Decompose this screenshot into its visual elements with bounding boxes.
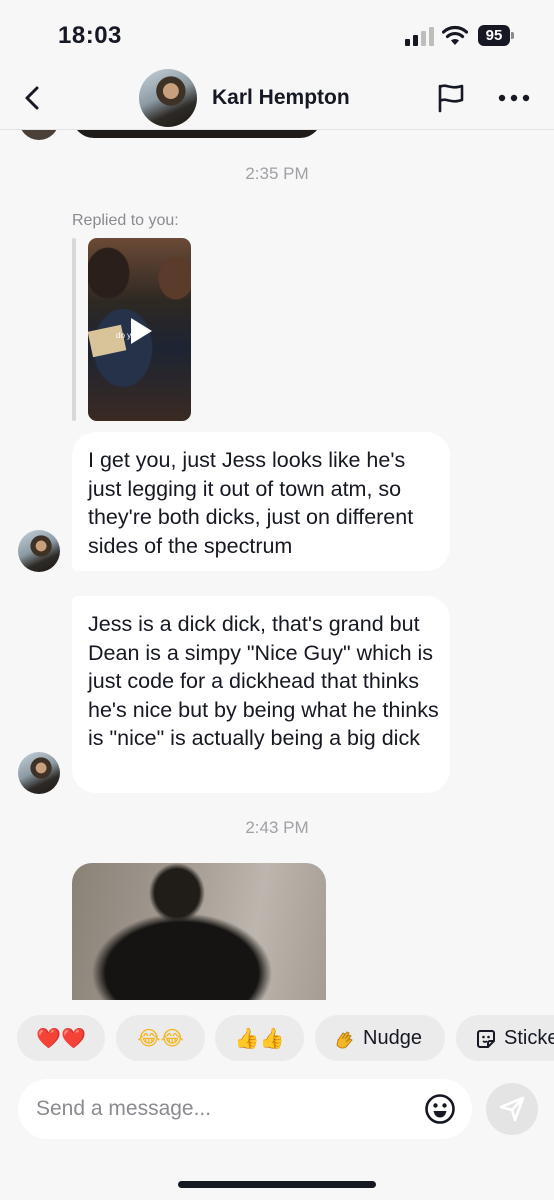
chevron-left-icon[interactable] [18, 82, 48, 114]
wifi-icon [442, 25, 468, 45]
status-time: 18:03 [58, 22, 122, 49]
timestamp: 2:35 PM [245, 164, 309, 183]
reply-label: Replied to you: [72, 212, 179, 229]
nudge-chip[interactable]: Nudge [315, 1015, 445, 1061]
nudge-label: Nudge [363, 1027, 422, 1049]
timestamp: 2:43 PM [245, 818, 309, 837]
contact-name[interactable]: Karl Hempton [212, 86, 350, 110]
send-button[interactable] [486, 1083, 538, 1135]
home-indicator [178, 1181, 376, 1188]
more-horizontal-icon[interactable] [497, 92, 531, 104]
media-message[interactable] [72, 863, 326, 1000]
play-icon [131, 318, 152, 344]
cellular-signal-icon [405, 27, 434, 46]
avatar [19, 130, 59, 140]
thumbnail-book [88, 324, 127, 358]
laughing-emoji-chip[interactable]: 😂😂 [116, 1015, 205, 1061]
sticker-chip[interactable]: Sticke [456, 1015, 554, 1061]
status-bar: 18:03 95 [0, 0, 554, 66]
sticker-label: Sticke [504, 1027, 554, 1049]
hearts-emoji-chip[interactable]: ❤️❤️ [17, 1015, 105, 1061]
reply-quote-bar [72, 238, 76, 421]
quick-reply-bar: ❤️❤️ 😂😂 👍👍 Nudge Sticke [0, 1013, 554, 1063]
flag-icon[interactable] [436, 82, 466, 114]
sender-avatar[interactable] [18, 752, 60, 794]
message-bubble[interactable]: Jess is a dick dick, that's grand but De… [72, 596, 450, 793]
smiley-icon[interactable] [424, 1093, 456, 1125]
send-icon [499, 1096, 525, 1122]
thumbs-up-emoji-chip[interactable]: 👍👍 [215, 1015, 304, 1061]
message-input[interactable] [18, 1079, 472, 1139]
contact-avatar[interactable] [139, 69, 197, 127]
sticker-icon [477, 1029, 495, 1048]
message-list[interactable]: 2:35 PM Replied to you: do y I get you, … [0, 130, 554, 1000]
message-bubble[interactable]: I get you, just Jess looks like he's jus… [72, 432, 450, 571]
chat-header: Karl Hempton [0, 66, 554, 130]
waving-hand-icon [336, 1031, 353, 1049]
battery-indicator: 95 [478, 25, 514, 46]
previous-media-message[interactable] [72, 130, 322, 138]
sender-avatar[interactable] [18, 530, 60, 572]
replied-video-thumbnail[interactable]: do y [88, 238, 191, 421]
message-composer [0, 1076, 554, 1140]
